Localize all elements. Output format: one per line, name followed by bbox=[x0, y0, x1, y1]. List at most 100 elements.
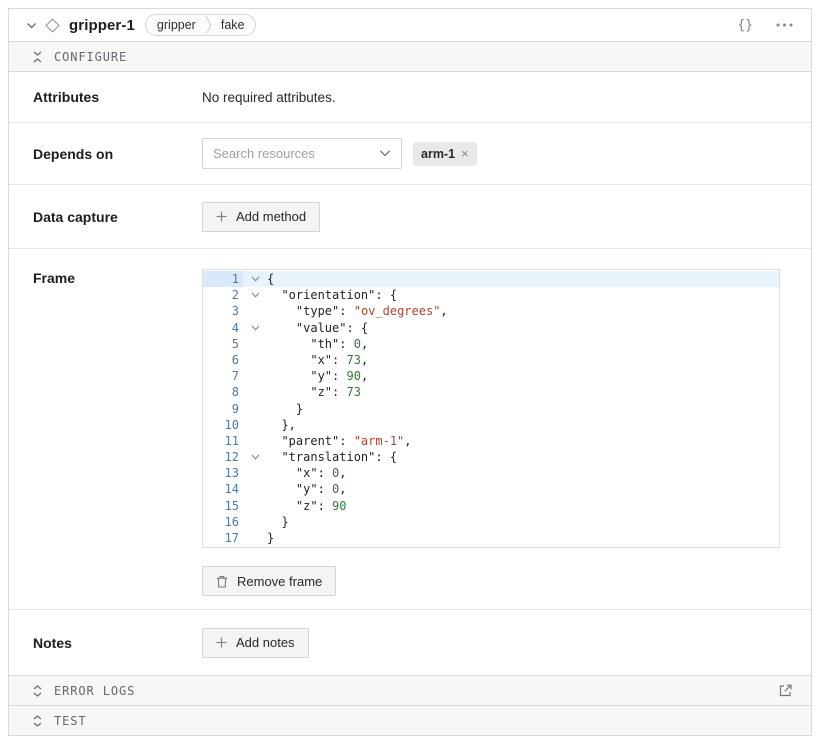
remove-frame-button[interactable]: Remove frame bbox=[202, 566, 336, 596]
component-title: gripper-1 bbox=[69, 17, 135, 34]
test-section-label: TEST bbox=[54, 714, 87, 728]
open-external-icon[interactable] bbox=[778, 683, 793, 698]
frame-label: Frame bbox=[9, 269, 202, 609]
badge-type-label: gripper bbox=[157, 18, 196, 32]
badge-divider-chevron-icon bbox=[205, 15, 212, 35]
depends-on-select[interactable] bbox=[202, 138, 402, 169]
component-header: gripper-1 gripper fake {} bbox=[9, 9, 811, 41]
line-number: 6 bbox=[203, 352, 243, 368]
code-text: "x": 73, bbox=[267, 352, 368, 368]
fold-gutter bbox=[243, 368, 267, 384]
line-number: 1 bbox=[203, 271, 243, 287]
fold-gutter bbox=[243, 401, 267, 417]
data-capture-label: Data capture bbox=[9, 209, 202, 225]
add-method-button[interactable]: Add method bbox=[202, 202, 320, 232]
test-section-bar[interactable]: TEST bbox=[9, 705, 811, 735]
notes-label: Notes bbox=[9, 635, 202, 651]
code-line[interactable]: 9 } bbox=[203, 401, 779, 417]
fold-gutter bbox=[243, 514, 267, 530]
fold-gutter bbox=[243, 498, 267, 514]
code-line[interactable]: 2 "orientation": { bbox=[203, 287, 779, 303]
line-number: 16 bbox=[203, 514, 243, 530]
collapse-section-icon bbox=[32, 51, 43, 63]
code-line[interactable]: 7 "y": 90, bbox=[203, 368, 779, 384]
code-text: "parent": "arm-1", bbox=[267, 433, 412, 449]
code-text: "orientation": { bbox=[267, 287, 397, 303]
fold-gutter bbox=[243, 336, 267, 352]
notes-row: Notes Add notes bbox=[9, 610, 811, 675]
frame-code-editor[interactable]: 1{2 "orientation": {3 "type": "ov_degree… bbox=[202, 269, 780, 548]
fold-gutter bbox=[243, 352, 267, 368]
code-line[interactable]: 13 "x": 0, bbox=[203, 465, 779, 481]
json-mode-toggle[interactable]: {} bbox=[737, 18, 753, 33]
fold-chevron-icon[interactable] bbox=[243, 320, 267, 336]
line-number: 12 bbox=[203, 449, 243, 465]
line-number: 9 bbox=[203, 401, 243, 417]
chevron-down-icon[interactable] bbox=[379, 150, 391, 157]
code-line[interactable]: 8 "z": 73 bbox=[203, 384, 779, 400]
configure-section-bar[interactable]: CONFIGURE bbox=[9, 41, 811, 72]
code-text: "y": 90, bbox=[267, 368, 368, 384]
fold-gutter bbox=[243, 433, 267, 449]
expand-section-icon bbox=[32, 685, 43, 697]
expand-section-icon bbox=[32, 715, 43, 727]
error-logs-section-bar[interactable]: ERROR LOGS bbox=[9, 675, 811, 705]
attributes-value: No required attributes. bbox=[202, 90, 336, 105]
line-number: 3 bbox=[203, 303, 243, 319]
plus-icon bbox=[216, 211, 227, 222]
fold-gutter bbox=[243, 481, 267, 497]
add-method-button-label: Add method bbox=[236, 209, 306, 224]
code-line[interactable]: 3 "type": "ov_degrees", bbox=[203, 303, 779, 319]
attributes-row: Attributes No required attributes. bbox=[9, 72, 811, 123]
fold-chevron-icon[interactable] bbox=[243, 271, 267, 287]
remove-frame-button-label: Remove frame bbox=[237, 574, 322, 589]
line-number: 7 bbox=[203, 368, 243, 384]
code-text: "type": "ov_degrees", bbox=[267, 303, 448, 319]
code-line[interactable]: 12 "translation": { bbox=[203, 449, 779, 465]
code-line[interactable]: 1{ bbox=[203, 271, 779, 287]
code-text: "value": { bbox=[267, 320, 368, 336]
fold-gutter bbox=[243, 417, 267, 433]
code-text: }, bbox=[267, 417, 296, 433]
code-line[interactable]: 5 "th": 0, bbox=[203, 336, 779, 352]
component-card: gripper-1 gripper fake {} CONFIGURE Attr… bbox=[8, 8, 812, 736]
code-text: "th": 0, bbox=[267, 336, 368, 352]
code-line[interactable]: 4 "value": { bbox=[203, 320, 779, 336]
line-number: 2 bbox=[203, 287, 243, 303]
code-line[interactable]: 6 "x": 73, bbox=[203, 352, 779, 368]
fold-chevron-icon[interactable] bbox=[243, 287, 267, 303]
configure-section-label: CONFIGURE bbox=[54, 50, 127, 64]
line-number: 14 bbox=[203, 481, 243, 497]
component-type-badge: gripper fake bbox=[145, 14, 257, 36]
code-line[interactable]: 11 "parent": "arm-1", bbox=[203, 433, 779, 449]
code-text: "z": 90 bbox=[267, 498, 347, 514]
line-number: 5 bbox=[203, 336, 243, 352]
code-line[interactable]: 16 } bbox=[203, 514, 779, 530]
overflow-menu-icon[interactable] bbox=[776, 23, 793, 27]
badge-model-label: fake bbox=[221, 18, 245, 32]
code-line[interactable]: 14 "y": 0, bbox=[203, 481, 779, 497]
remove-dependency-icon[interactable]: × bbox=[461, 147, 469, 160]
trash-icon bbox=[216, 575, 228, 588]
chevron-down-icon[interactable] bbox=[22, 16, 40, 34]
code-text: "z": 73 bbox=[267, 384, 361, 400]
line-number: 15 bbox=[203, 498, 243, 514]
code-text: "x": 0, bbox=[267, 465, 347, 481]
frame-code-lines: 1{2 "orientation": {3 "type": "ov_degree… bbox=[203, 271, 779, 546]
add-notes-button[interactable]: Add notes bbox=[202, 628, 309, 658]
code-line[interactable]: 17} bbox=[203, 530, 779, 546]
code-text: } bbox=[267, 401, 303, 417]
dependency-chip-label: arm-1 bbox=[421, 147, 455, 161]
code-line[interactable]: 10 }, bbox=[203, 417, 779, 433]
code-line[interactable]: 15 "z": 90 bbox=[203, 498, 779, 514]
frame-row: Frame 1{2 "orientation": {3 "type": "ov_… bbox=[9, 249, 811, 610]
search-resources-input[interactable] bbox=[213, 146, 379, 161]
line-number: 13 bbox=[203, 465, 243, 481]
gripper-component-icon bbox=[42, 16, 62, 34]
fold-gutter bbox=[243, 530, 267, 546]
fold-chevron-icon[interactable] bbox=[243, 449, 267, 465]
data-capture-row: Data capture Add method bbox=[9, 185, 811, 249]
line-number: 11 bbox=[203, 433, 243, 449]
depends-on-label: Depends on bbox=[9, 146, 202, 162]
fold-gutter bbox=[243, 303, 267, 319]
